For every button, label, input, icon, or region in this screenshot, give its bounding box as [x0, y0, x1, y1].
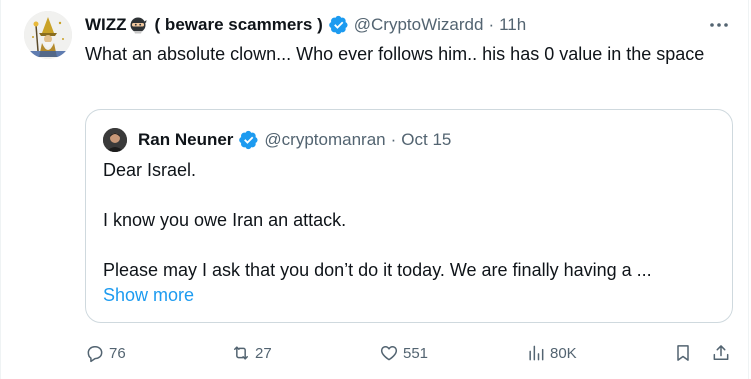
- tweet-text: What an absolute clown... Who ever follo…: [85, 44, 705, 64]
- verified-badge-icon: [328, 15, 349, 35]
- reply-icon: [87, 346, 103, 363]
- repost-icon: [234, 346, 248, 360]
- quoted-author-avatar[interactable]: [103, 128, 127, 152]
- author-handle[interactable]: @CryptoWizardd: [354, 15, 484, 35]
- reply-button[interactable]: 76: [85, 340, 126, 366]
- views-button[interactable]: 80K: [526, 340, 577, 366]
- like-button[interactable]: 551: [379, 340, 428, 366]
- tweet-actions: 76 27 551 80K: [85, 340, 735, 366]
- repost-button[interactable]: 27: [231, 340, 272, 366]
- share-button[interactable]: [711, 340, 735, 366]
- quoted-line: I know you owe Iran an attack.: [103, 210, 347, 230]
- author-name-suffix[interactable]: ( beware scammers ): [155, 15, 323, 35]
- like-count: 551: [403, 344, 429, 362]
- separator-dot: ·: [390, 130, 397, 149]
- quoted-author-name[interactable]: Ran Neuner: [138, 130, 233, 150]
- quoted-line: Dear Israel.: [103, 160, 197, 180]
- author-name[interactable]: WIZZ: [85, 15, 127, 35]
- quoted-timestamp[interactable]: Oct 15: [401, 130, 451, 150]
- quoted-tweet-text: Dear Israel. I know you owe Iran an atta…: [103, 158, 713, 308]
- tweet[interactable]: WIZZ ( beware scammers ) @CryptoWizardd …: [0, 0, 749, 379]
- quoted-author-handle[interactable]: @cryptomanran: [264, 130, 385, 150]
- quoted-tweet[interactable]: Ran Neuner @cryptomanran · Oct 15 Dear I…: [85, 109, 733, 323]
- share-icon: [713, 345, 729, 360]
- bookmark-icon: [677, 345, 689, 361]
- quoted-tweet-header: Ran Neuner @cryptomanran · Oct 15: [138, 128, 451, 152]
- show-more-link[interactable]: Show more: [103, 285, 194, 305]
- timestamp[interactable]: 11h: [499, 15, 526, 35]
- views-icon: [529, 345, 544, 361]
- verified-badge-icon: [239, 130, 259, 150]
- more-icon[interactable]: [708, 14, 730, 36]
- tweet-header: WIZZ ( beware scammers ) @CryptoWizardd …: [85, 14, 526, 36]
- bookmark-button[interactable]: [673, 340, 697, 366]
- quoted-line: Please may I ask that you don’t do it to…: [103, 260, 652, 280]
- reply-count: 76: [109, 344, 126, 362]
- author-avatar[interactable]: [24, 11, 72, 59]
- views-count: 80K: [550, 344, 577, 362]
- ninja-emoji: [129, 16, 147, 34]
- separator-dot: ·: [488, 15, 495, 34]
- repost-count: 27: [255, 344, 272, 362]
- like-icon: [380, 346, 398, 361]
